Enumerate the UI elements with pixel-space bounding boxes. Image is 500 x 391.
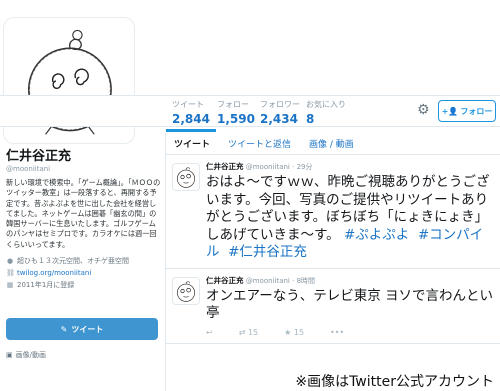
timeline: ツイート ツイートと返信 画像 / 動画 仁井谷正充 @mooniitani ·…	[165, 133, 500, 391]
more-icon[interactable]: •••	[330, 328, 344, 337]
character-drawing-icon	[176, 167, 196, 188]
compose-icon: ✎	[60, 324, 68, 334]
retweet-count: 15	[247, 327, 259, 337]
media-link[interactable]: ▣ 画像/動画	[6, 350, 46, 360]
profile-joined-row: ▦ 2011年1月に登録	[6, 279, 161, 291]
tweet-button-label: ツイート	[71, 324, 104, 334]
profile-joined: 2011年1月に登録	[17, 281, 75, 290]
stat-label: お気に入り	[306, 100, 346, 109]
profile-name[interactable]: 仁井谷正充	[6, 145, 161, 164]
profile-location: 超ひも１３次元空間、オチゲ亜空間	[17, 257, 129, 266]
follow-button-label: フォロー	[460, 106, 493, 116]
stat-value: 8	[306, 112, 315, 126]
retweet-button[interactable]: ⇄ 15	[239, 328, 258, 337]
character-drawing-icon	[176, 280, 196, 302]
tweet-text: オンエアーなう、テレビ東京 ヨソで言わんとい亭	[206, 287, 493, 322]
profile-handle[interactable]: @mooniitani	[6, 165, 161, 173]
stat-value: 2,844	[172, 112, 210, 126]
tweet-avatar[interactable]	[172, 163, 200, 191]
tab-tweets[interactable]: ツイート	[174, 137, 210, 150]
profile-url[interactable]: twilog.org/mooniitani	[17, 267, 91, 279]
hashtag-link[interactable]: #ぷよぷよ	[344, 227, 409, 243]
tweet-time[interactable]: 8時間	[297, 277, 315, 285]
follow-button[interactable]: +👤 フォロー	[438, 100, 496, 122]
favorite-count: 15	[293, 327, 305, 337]
stat-value: 1,590	[217, 112, 255, 126]
tweet-item[interactable]: 仁井谷正充 @mooniitani · 29分 おはよ～ですｗｗ、昨晩ご視聴あり…	[166, 155, 500, 269]
stat-label: フォロワー	[260, 100, 300, 109]
stat-favorites[interactable]: お気に入り 8	[306, 99, 346, 126]
profile-card: 仁井谷正充 @mooniitani 新しい環境で模索中。「ゲーム概論」。「ＭＯＯ…	[6, 145, 161, 291]
tweet-header: 仁井谷正充 @mooniitani · 8時間	[206, 275, 316, 285]
tweet-avatar[interactable]	[172, 276, 200, 305]
location-pin-icon: ●	[6, 257, 14, 266]
calendar-icon: ▦	[6, 281, 14, 290]
stat-label: フォロー	[217, 100, 249, 109]
tweet-button[interactable]: ✎ ツイート	[6, 318, 158, 340]
tweet-author-handle[interactable]: @mooniitani	[246, 277, 290, 285]
stat-followers[interactable]: フォロワー 2,434	[260, 99, 300, 126]
tweet-author-handle[interactable]: @mooniitani	[246, 163, 290, 171]
tweet-item[interactable]: 仁井谷正充 @mooniitani · 8時間 オンエアーなう、テレビ東京 ヨソ…	[166, 269, 500, 344]
link-icon: ⛓	[6, 269, 15, 278]
hashtag-link[interactable]: #仁井谷正充	[228, 244, 307, 260]
tweet-text: おはよ～ですｗｗ、昨晩ご視聴ありがとうございます。今回、写真のご提供やリツイート…	[206, 174, 494, 262]
profile-bio: 新しい環境で模索中。「ゲーム概論」。「ＭＯＯのツイッター教室」は一段落すると、再…	[6, 178, 161, 249]
profile-location-row: ● 超ひも１３次元空間、オチゲ亜空間	[6, 255, 161, 267]
tweet-actions: ↩ ⇄ 15 ★ 15 •••	[206, 328, 494, 337]
reply-icon[interactable]: ↩	[206, 328, 213, 337]
tweet-author-name[interactable]: 仁井谷正充	[206, 276, 244, 285]
profile-url-row: ⛓ twilog.org/mooniitani	[6, 267, 161, 279]
favorite-button[interactable]: ★ 15	[284, 328, 304, 337]
tab-tweets-and-replies[interactable]: ツイートと返信	[228, 137, 291, 150]
media-link-label: 画像/動画	[15, 351, 46, 359]
stat-tweets[interactable]: ツイート 2,844	[166, 99, 216, 132]
gear-icon[interactable]: ⚙	[417, 102, 430, 118]
add-user-icon: +👤	[441, 106, 459, 116]
image-credit: ※画像はTwitter公式アカウント	[293, 371, 496, 391]
profile-meta: ● 超ひも１３次元空間、オチゲ亜空間 ⛓ twilog.org/mooniita…	[6, 255, 161, 291]
photo-icon: ▣	[6, 351, 13, 359]
tweet-header: 仁井谷正充 @mooniitani · 29分	[206, 162, 313, 171]
stat-value: 2,434	[260, 112, 298, 126]
timeline-tabs: ツイート ツイートと返信 画像 / 動画	[166, 133, 500, 155]
stat-label: ツイート	[172, 100, 204, 109]
stat-following[interactable]: フォロー 1,590	[217, 99, 255, 126]
tweet-author-name[interactable]: 仁井谷正充	[206, 162, 244, 171]
tab-media[interactable]: 画像 / 動画	[309, 137, 354, 150]
tweet-time[interactable]: 29分	[297, 163, 313, 171]
